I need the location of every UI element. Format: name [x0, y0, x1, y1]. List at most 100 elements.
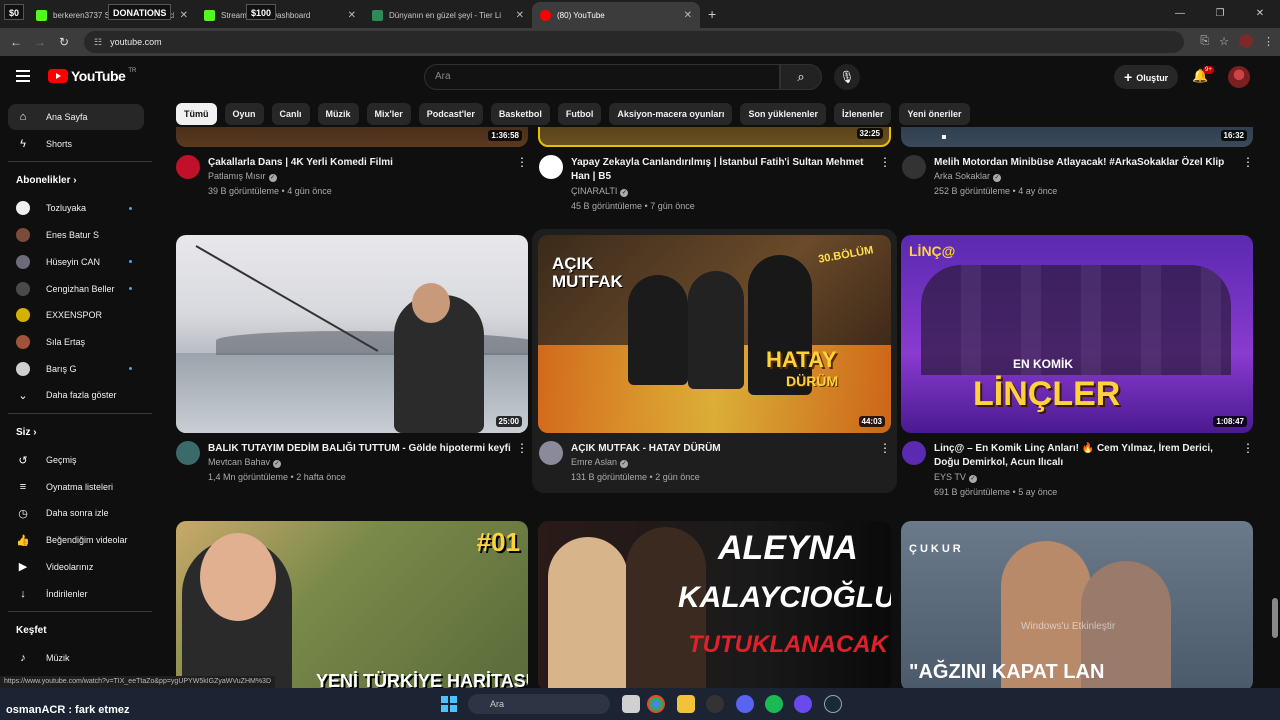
channel-name[interactable]: Arka Sokaklar ✓: [934, 171, 1002, 182]
youtube-logo[interactable]: YouTube TR: [48, 68, 136, 84]
steam-icon[interactable]: [824, 695, 842, 713]
filter-chip[interactable]: Aksiyon-macera oyunları: [609, 103, 733, 125]
sidebar-item[interactable]: Tozluyaka: [8, 195, 144, 221]
windows-start-icon[interactable]: [441, 696, 457, 712]
close-window-icon[interactable]: ✕: [1240, 0, 1280, 28]
filter-chip[interactable]: Futbol: [557, 103, 602, 125]
spotify-icon[interactable]: [765, 695, 783, 713]
video-thumbnail[interactable]: #01 YENİ TÜRKİYE HARİTASI: [176, 521, 528, 688]
close-icon[interactable]: ✕: [516, 10, 524, 21]
menu-icon[interactable]: [16, 70, 30, 85]
bookmark-star-icon[interactable]: ☆: [1219, 35, 1229, 48]
filter-chip[interactable]: Podcast'ler: [418, 103, 483, 125]
browser-menu-icon[interactable]: ⋮: [1263, 35, 1274, 48]
search-input[interactable]: Ara: [424, 64, 780, 90]
folder-icon[interactable]: [677, 695, 695, 713]
minimize-icon[interactable]: —: [1160, 0, 1200, 28]
more-options-icon[interactable]: ⋮: [879, 155, 891, 169]
channel-name[interactable]: Emre Aslan ✓: [571, 457, 629, 468]
sidebar-item[interactable]: Barış G: [8, 356, 144, 382]
video-thumbnail[interactable]: LİNÇ@ EN KOMİK LİNÇLER 1:08:47: [901, 235, 1253, 433]
filter-chip[interactable]: İzlenenler: [833, 103, 892, 125]
close-icon[interactable]: ✕: [348, 10, 356, 21]
more-options-icon[interactable]: ⋮: [1242, 155, 1254, 169]
tab-kick-dashboard[interactable]: Stream - Kick Dashboard ✕: [196, 2, 364, 28]
maximize-icon[interactable]: ❐: [1200, 0, 1240, 28]
video-title[interactable]: Melih Motordan Minibüse Atlayacak! #Arka…: [934, 156, 1240, 170]
filter-chip[interactable]: Mix'ler: [366, 103, 411, 125]
account-avatar[interactable]: [1228, 66, 1250, 88]
forward-icon[interactable]: →: [28, 35, 52, 49]
video-title[interactable]: Yapay Zekayla Canlandırılmış | İstanbul …: [571, 156, 877, 184]
video-thumbnail[interactable]: ALEYNA KALAYCIOĞLU TUTUKLANACAK MI?: [538, 521, 891, 688]
page-scrollbar[interactable]: [1270, 98, 1280, 688]
search-icon[interactable]: ⌕: [780, 64, 822, 90]
sidebar-item[interactable]: ⌂ Ana Sayfa: [8, 104, 144, 130]
more-options-icon[interactable]: ⋮: [879, 441, 891, 455]
discord-icon[interactable]: [736, 695, 754, 713]
create-button[interactable]: + Oluştur: [1114, 65, 1179, 89]
channel-avatar[interactable]: [902, 155, 926, 179]
you-header[interactable]: Siz ›: [16, 427, 37, 438]
channel-name[interactable]: Patlamış Mısır ✓: [208, 171, 277, 182]
close-icon[interactable]: ✕: [684, 10, 692, 21]
filter-chip[interactable]: Canlı: [271, 103, 310, 125]
more-options-icon[interactable]: ⋮: [1242, 441, 1254, 455]
scrollbar-thumb[interactable]: [1272, 598, 1278, 638]
sidebar-item[interactable]: Enes Batur S: [8, 222, 144, 248]
back-icon[interactable]: ←: [4, 35, 28, 49]
sidebar-item[interactable]: ϟ Shorts: [8, 131, 144, 157]
install-icon[interactable]: ⎘: [1200, 35, 1209, 48]
filter-chip[interactable]: Müzik: [317, 103, 359, 125]
filter-chip[interactable]: Son yüklenenler: [740, 103, 826, 125]
tab-youtube[interactable]: (80) YouTube ✕: [532, 2, 700, 28]
app-icon[interactable]: [794, 695, 812, 713]
video-thumbnail[interactable]: 25:00: [176, 235, 528, 433]
sidebar-item[interactable]: EXXENSPOR: [8, 302, 144, 328]
filter-chip[interactable]: Oyun: [224, 103, 264, 125]
filter-chip[interactable]: Yeni öneriler: [899, 103, 970, 125]
video-title[interactable]: Çakallarla Dans | 4K Yerli Komedi Filmi: [208, 156, 514, 170]
subscriptions-header[interactable]: Abonelikler ›: [16, 175, 77, 186]
channel-avatar[interactable]: [539, 155, 563, 179]
video-title[interactable]: Linç@ – En Komik Linç Anları! 🔥 Cem Yılm…: [934, 442, 1240, 470]
sidebar-item[interactable]: 👍 Beğendiğim videolar: [8, 527, 144, 553]
sidebar-item[interactable]: Sıla Ertaş: [8, 329, 144, 355]
channel-avatar[interactable]: [539, 441, 563, 465]
obs-icon[interactable]: [706, 695, 724, 713]
taskbar-search[interactable]: Ara: [468, 694, 610, 714]
video-thumbnail[interactable]: 1:36:58: [176, 127, 528, 147]
sidebar-item[interactable]: ♪ Müzik: [8, 645, 144, 671]
video-thumbnail[interactable]: ÇUKUR Windows'u Etkinleştir "AĞZINI KAPA…: [901, 521, 1253, 688]
more-options-icon[interactable]: ⋮: [516, 155, 528, 169]
sidebar-item[interactable]: Cengizhan Beller: [8, 276, 144, 302]
sidebar-item[interactable]: ↓ İndirilenler: [8, 581, 144, 607]
sidebar-item[interactable]: ↺ Geçmiş: [8, 447, 144, 473]
more-options-icon[interactable]: ⋮: [516, 441, 528, 455]
sidebar-item[interactable]: ◷ Daha sonra izle: [8, 500, 144, 526]
profile-avatar[interactable]: [1239, 34, 1253, 48]
site-info-icon[interactable]: ☷: [94, 37, 102, 48]
channel-name[interactable]: Mevtcan Bahav ✓: [208, 457, 282, 468]
file-icon[interactable]: [622, 695, 640, 713]
sidebar-item[interactable]: ▶ Videolarınız: [8, 554, 144, 580]
channel-name[interactable]: EYS TV ✓: [934, 472, 977, 483]
sidebar-item[interactable]: Hüseyin CAN: [8, 249, 144, 275]
video-title[interactable]: BALIK TUTAYIM DEDİM BALIĞI TUTTUM - Göld…: [208, 442, 514, 456]
address-input[interactable]: ☷ youtube.com: [84, 31, 1184, 53]
chrome-icon[interactable]: [647, 695, 665, 713]
video-thumbnail[interactable]: ▪ 16:32: [901, 127, 1253, 147]
channel-avatar[interactable]: [176, 441, 200, 465]
video-title[interactable]: AÇIK MUTFAK - HATAY DÜRÜM: [571, 442, 877, 456]
microphone-icon[interactable]: 🎙: [834, 64, 860, 90]
filter-chip[interactable]: Tümü: [176, 103, 217, 125]
channel-avatar[interactable]: [176, 155, 200, 179]
reload-icon[interactable]: ↻: [52, 35, 76, 49]
video-thumbnail[interactable]: AÇIK MUTFAK HATAY DÜRÜM 30.BÖLÜM 44:03: [538, 235, 891, 433]
new-tab-button[interactable]: +: [700, 6, 724, 22]
filter-chip[interactable]: Basketbol: [490, 103, 550, 125]
tab-tier-list[interactable]: Dünyanın en güzel şeyi - Tier Li ✕: [364, 2, 532, 28]
sidebar-item[interactable]: ≡ Oynatma listeleri: [8, 474, 144, 500]
channel-name[interactable]: ÇINARALTI ✓: [571, 186, 629, 197]
video-thumbnail[interactable]: 32:25: [538, 127, 891, 147]
